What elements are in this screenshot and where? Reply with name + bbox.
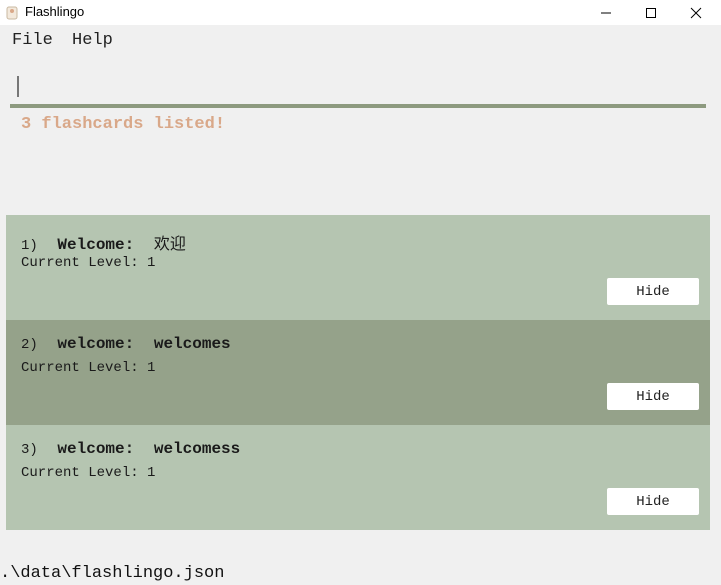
command-box xyxy=(10,66,706,103)
flashcard-index: 3) xyxy=(21,442,38,458)
window-title: Flashlingo xyxy=(25,4,85,19)
hide-button[interactable]: Hide xyxy=(607,488,699,515)
menu-help[interactable]: Help xyxy=(72,31,113,50)
flashcard-word: welcome: xyxy=(57,335,135,353)
flashcard-index: 1) xyxy=(21,238,38,254)
minimize-button[interactable] xyxy=(583,0,629,25)
flashcard-level: Current Level: 1 xyxy=(21,255,156,271)
minimize-icon xyxy=(601,12,611,13)
close-icon xyxy=(690,7,702,18)
flashcard-header: 1) Welcome: 欢迎 xyxy=(21,230,186,254)
hide-button[interactable]: Hide xyxy=(607,383,699,410)
command-underline xyxy=(10,104,706,108)
flashcard-word: Welcome: xyxy=(57,236,135,254)
flashcard-header: 3) welcome: welcomess xyxy=(21,440,240,458)
text-caret xyxy=(17,76,19,97)
flashcard-list[interactable]: 1) Welcome: 欢迎 Current Level: 1 Hide 2) … xyxy=(6,215,710,530)
flashcard-word: welcome: xyxy=(57,440,135,458)
maximize-button[interactable] xyxy=(628,0,674,25)
result-message: 3 flashcards listed! xyxy=(21,115,226,134)
flashcard-header: 2) welcome: welcomes xyxy=(21,335,231,353)
maximize-icon xyxy=(646,7,656,18)
title-bar: Flashlingo xyxy=(0,0,721,25)
flashcard-translation: 欢迎 xyxy=(153,234,186,253)
flashcard-item[interactable]: 1) Welcome: 欢迎 Current Level: 1 Hide xyxy=(6,215,710,320)
flashcard-translation: welcomess xyxy=(153,440,241,458)
hide-button[interactable]: Hide xyxy=(607,278,699,305)
flashcard-item-selected[interactable]: 2) welcome: welcomes Current Level: 1 Hi… xyxy=(6,320,710,425)
flashcard-index: 2) xyxy=(21,337,38,353)
app-icon xyxy=(6,6,18,20)
flashcard-level: Current Level: 1 xyxy=(21,465,156,481)
flashcard-item[interactable]: 3) welcome: welcomess Current Level: 1 H… xyxy=(6,425,710,530)
flashcard-level: Current Level: 1 xyxy=(21,360,156,376)
menu-bar: File Help xyxy=(0,28,721,52)
command-input[interactable] xyxy=(20,72,694,100)
close-button[interactable] xyxy=(673,0,719,25)
menu-file[interactable]: File xyxy=(12,31,53,50)
flashcard-translation: welcomes xyxy=(153,335,231,353)
status-file-path: .\data\flashlingo.json xyxy=(0,564,225,583)
